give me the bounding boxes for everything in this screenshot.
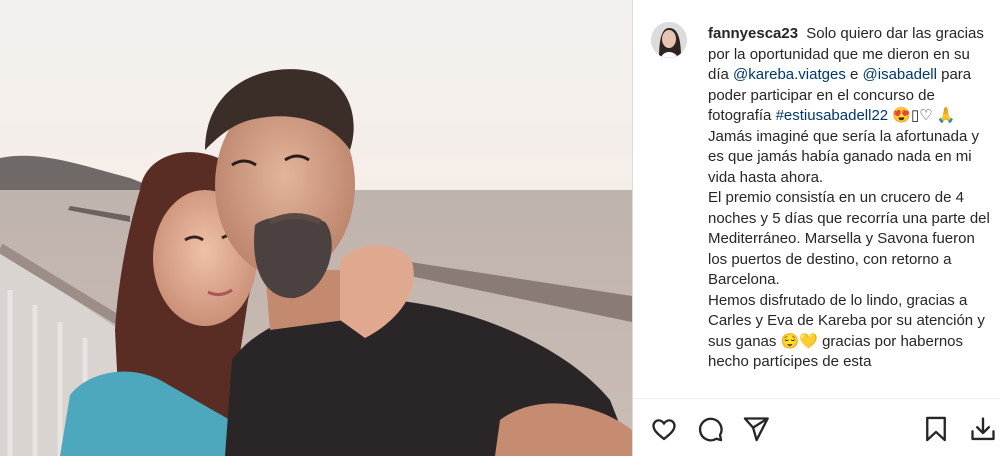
send-icon (743, 417, 769, 442)
mention-isabadell[interactable]: @isabadell (863, 66, 937, 83)
post-details-panel: fannyesca23 Solo quiero dar las gracias … (633, 0, 1000, 456)
share-button[interactable] (742, 415, 770, 443)
caption-first-paragraph: fannyesca23 Solo quiero dar las gracias … (708, 24, 992, 127)
comment-button[interactable] (696, 415, 724, 443)
caption-emojis-1: 😍▯♡ 🙏 (892, 107, 956, 124)
mention-kareba[interactable]: @kareba.viatges (733, 66, 846, 83)
post-photo (0, 0, 632, 456)
download-button[interactable] (969, 415, 997, 443)
caption-emojis-2: 😌💛 (780, 332, 818, 350)
avatar[interactable] (651, 22, 687, 58)
caption-paragraph-3: Hemos disfrutado de lo lindo, gracias a … (708, 291, 992, 373)
hashtag-link[interactable]: #estiusabadell22 (776, 107, 889, 124)
download-icon (971, 417, 995, 441)
like-button[interactable] (650, 415, 678, 443)
caption-paragraph-2: El premio consistía en un crucero de 4 n… (708, 189, 990, 288)
caption-connector: e (850, 66, 859, 83)
action-bar (633, 398, 1000, 457)
bookmark-icon (926, 416, 946, 442)
comment-icon (698, 417, 723, 442)
username-link[interactable]: fannyesca23 (708, 25, 798, 42)
save-button[interactable] (922, 415, 950, 443)
post-caption: fannyesca23 Solo quiero dar las gracias … (708, 24, 992, 396)
caption-paragraph-1: Jamás imaginé que sería la afortunada y … (708, 127, 979, 186)
heart-icon (652, 419, 676, 441)
